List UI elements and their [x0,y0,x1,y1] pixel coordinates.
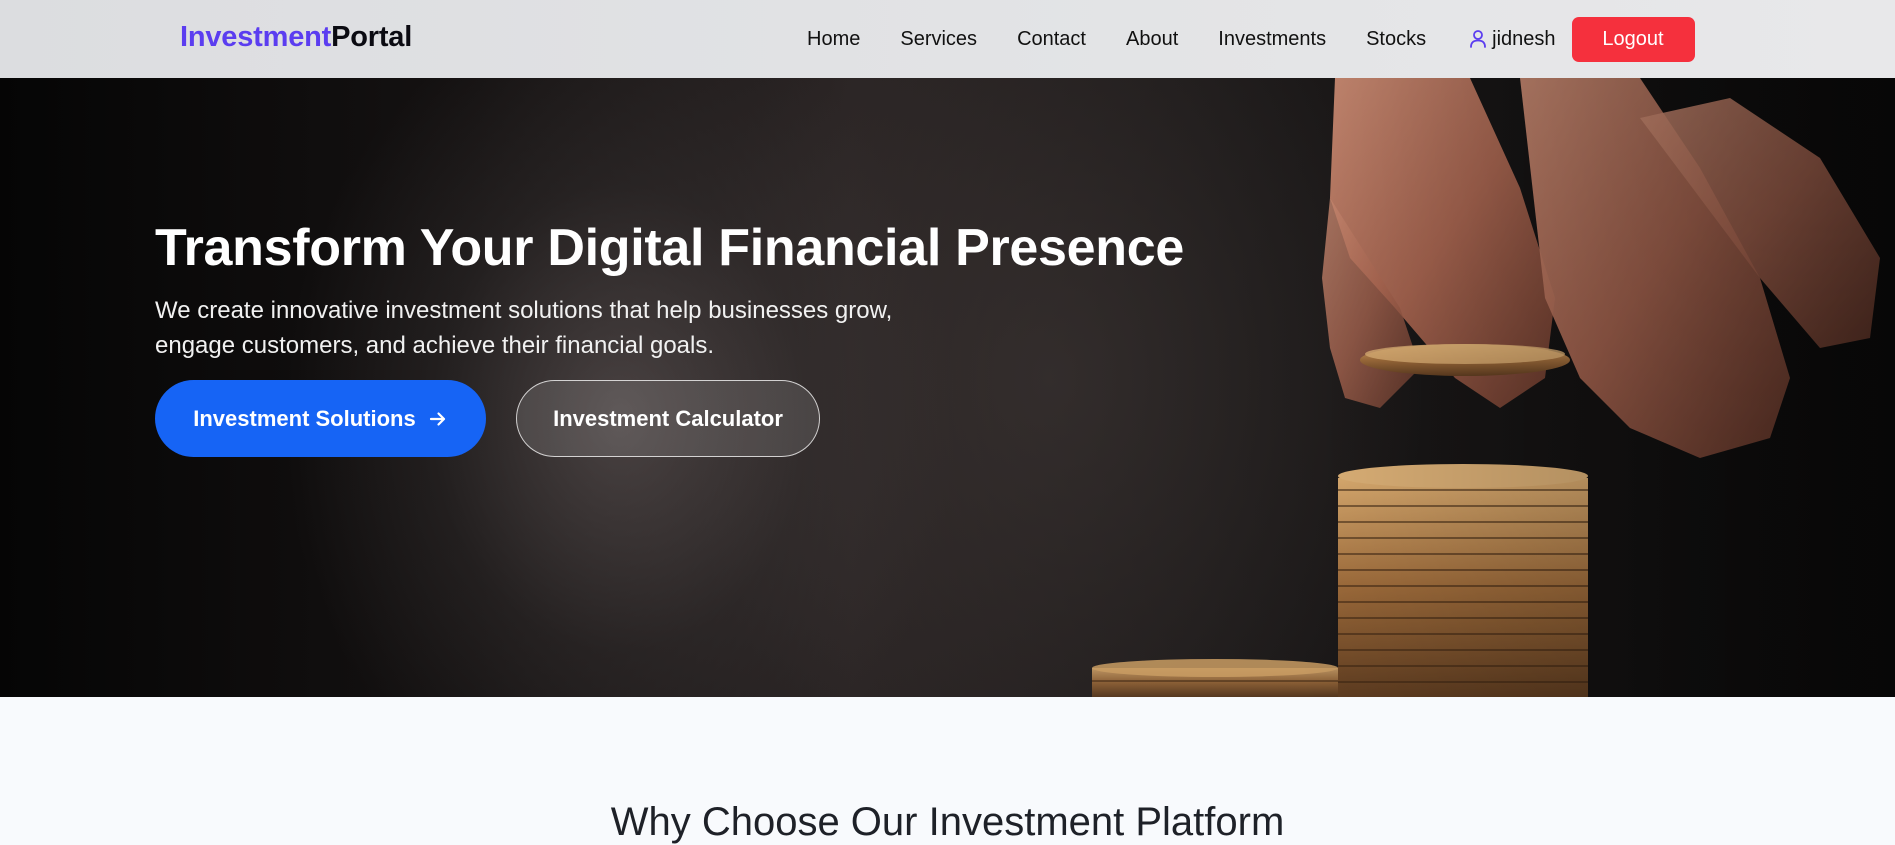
nav-link-services[interactable]: Services [900,28,977,51]
hero-title: Transform Your Digital Financial Presenc… [155,219,1184,277]
hero-subtitle: We create innovative investment solution… [155,297,893,360]
nav-link-investments[interactable]: Investments [1218,28,1326,51]
brand-name-part2: Portal [331,21,413,53]
brand-logo[interactable]: InvestmentPortal [180,21,412,54]
logout-button[interactable]: Logout [1571,16,1695,62]
why-section: Why Choose Our Investment Platform [0,697,1895,844]
username-label: jidnesh [1492,27,1556,50]
nav-link-stocks[interactable]: Stocks [1366,28,1426,51]
why-section-title: Why Choose Our Investment Platform [610,800,1285,844]
investment-solutions-label: Investment Solutions [193,405,416,431]
navbar: InvestmentPortal Home Services Contact A… [0,0,1895,78]
nav-link-home[interactable]: Home [807,28,860,51]
nav-link-about[interactable]: About [1126,28,1178,51]
brand-name-part1: Investment [180,21,332,53]
hero-section: Transform Your Digital Financial Presenc… [0,78,1895,697]
hero-actions: Investment Solutions Investment Calculat… [155,380,820,457]
investment-solutions-button[interactable]: Investment Solutions [155,380,486,457]
investment-calculator-button[interactable]: Investment Calculator [516,380,820,457]
hero-content: Transform Your Digital Financial Presenc… [155,219,1184,363]
user-menu[interactable]: jidnesh [1468,27,1556,51]
nav-link-contact[interactable]: Contact [1017,28,1086,51]
arrow-right-icon [428,409,448,429]
user-icon [1468,29,1488,49]
nav-links: Home Services Contact About Investments … [807,0,1695,78]
